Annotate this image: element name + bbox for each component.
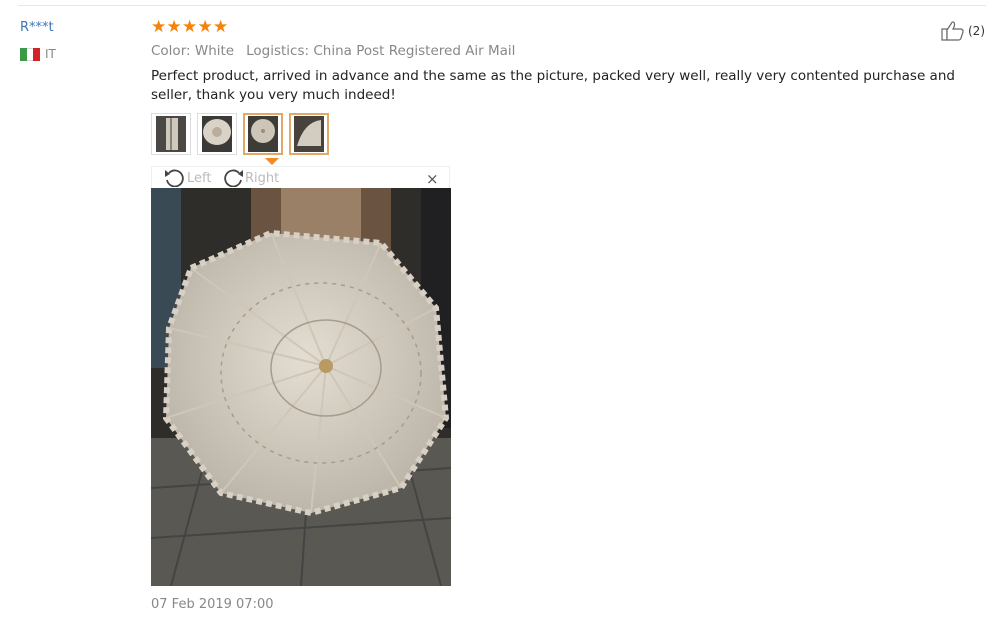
- helpful-count: (2): [968, 24, 985, 38]
- star-icon: ★: [213, 17, 229, 37]
- star-icon: ★: [151, 17, 167, 37]
- thumbs-up-icon: [941, 21, 964, 41]
- reviewer-country: IT: [20, 47, 56, 61]
- order-meta: Color: White Logistics: China Post Regist…: [151, 43, 515, 59]
- review-photo[interactable]: [151, 188, 451, 586]
- close-icon[interactable]: ×: [426, 170, 439, 188]
- umbrella-photo-image: [151, 188, 451, 586]
- umbrella-image: [248, 116, 278, 152]
- star-icon: ★: [197, 17, 213, 37]
- photo-thumbnails: [151, 113, 335, 155]
- rotate-right-label: Right: [245, 170, 280, 186]
- umbrella-image: [156, 116, 186, 152]
- selected-thumbnail-pointer: [265, 158, 279, 165]
- star-rating: ★ ★ ★ ★ ★: [151, 18, 229, 36]
- country-code: IT: [45, 47, 56, 61]
- rotate-right-icon: [224, 169, 243, 187]
- photo-thumbnail-1[interactable]: [151, 113, 191, 155]
- reviewer-name[interactable]: R***t: [20, 20, 54, 35]
- rotate-left-button[interactable]: Left: [164, 169, 211, 187]
- umbrella-image: [202, 116, 232, 152]
- photo-thumbnail-4[interactable]: [289, 113, 329, 155]
- logistics-info: Logistics: China Post Registered Air Mai…: [246, 43, 516, 59]
- photo-viewer-toolbar: Left Right ×: [151, 166, 450, 188]
- rotate-right-button[interactable]: Right: [222, 169, 279, 187]
- color-info: Color: White: [151, 43, 235, 59]
- helpful-button[interactable]: (2): [941, 21, 985, 41]
- italy-flag-icon: [20, 47, 41, 61]
- divider: [18, 5, 986, 6]
- review-text: Perfect product, arrived in advance and …: [151, 68, 955, 103]
- star-icon: ★: [182, 17, 198, 37]
- photo-thumbnail-2[interactable]: [197, 113, 237, 155]
- rotate-left-label: Left: [187, 170, 212, 186]
- star-icon: ★: [166, 17, 182, 37]
- umbrella-image: [294, 116, 324, 152]
- photo-thumbnail-3[interactable]: [243, 113, 283, 155]
- rotate-left-icon: [165, 169, 184, 187]
- review-date: 07 Feb 2019 07:00: [151, 597, 274, 612]
